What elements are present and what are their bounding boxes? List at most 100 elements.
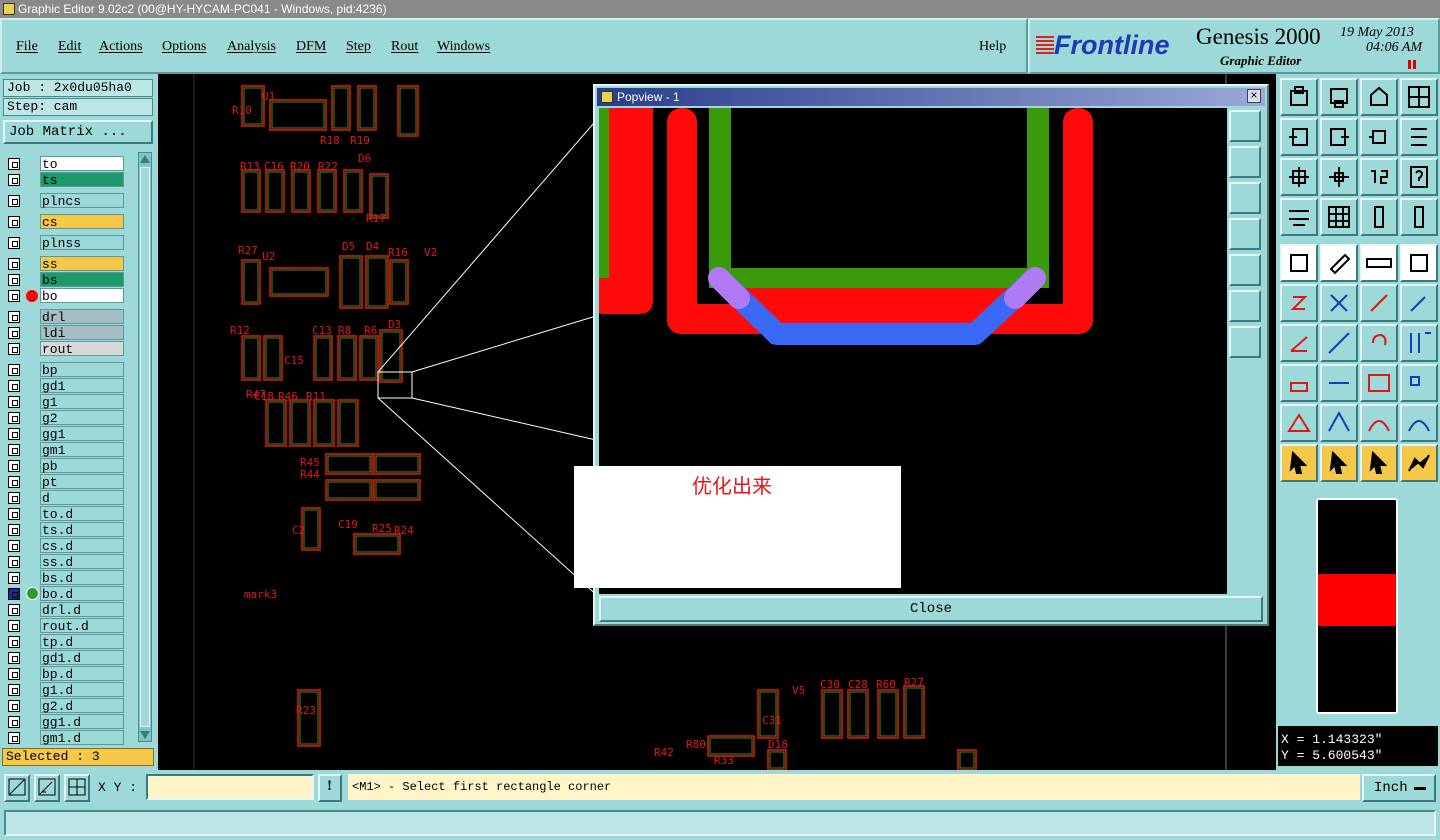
zoom-out-icon[interactable]	[1320, 78, 1358, 116]
layer-row-bp[interactable]: bp	[6, 362, 124, 378]
layer-name[interactable]: gd1	[40, 378, 124, 394]
add-pad-icon[interactable]	[1280, 244, 1318, 282]
layer-row-to[interactable]: to	[6, 156, 124, 172]
layer-name[interactable]: bo	[40, 288, 124, 304]
layer-row-d[interactable]: d	[6, 490, 124, 506]
layer-row-plncs[interactable]: plncs	[6, 193, 124, 209]
layer-name[interactable]: g1	[40, 394, 124, 410]
layer-checkbox[interactable]	[8, 620, 20, 632]
layer-checkbox[interactable]	[8, 732, 20, 744]
measure-icon[interactable]	[34, 774, 60, 802]
layer-checkbox[interactable]	[8, 716, 20, 728]
layer-row-to.d[interactable]: to.d	[6, 506, 124, 522]
layer-traffic-icon[interactable]	[1360, 198, 1398, 236]
triangle-alt-icon[interactable]	[1320, 404, 1358, 442]
layer-name[interactable]: rout.d	[40, 618, 124, 634]
layer-name[interactable]: d	[40, 490, 124, 506]
layer-name[interactable]: cs	[40, 214, 124, 230]
layer-checkbox[interactable]	[8, 572, 20, 584]
xy-input[interactable]	[146, 774, 314, 800]
layer-row-bo.d[interactable]: bo.d	[6, 586, 124, 602]
layer-name[interactable]: gg1	[40, 426, 124, 442]
layer-row-ldi[interactable]: ldi	[6, 325, 124, 341]
menu-help[interactable]: Help	[979, 39, 1006, 55]
layer-checkbox[interactable]	[8, 460, 20, 472]
split-line-icon[interactable]	[1320, 364, 1358, 402]
layer-checkbox[interactable]	[8, 540, 20, 552]
layer-row-g1[interactable]: g1	[6, 394, 124, 410]
window-split-icon[interactable]	[1400, 78, 1438, 116]
point-line-icon[interactable]	[1360, 284, 1398, 322]
popview-pan-right-button[interactable]	[1229, 254, 1261, 286]
layer-name[interactable]: gm1	[40, 442, 124, 458]
layer-name[interactable]: g2	[40, 410, 124, 426]
arch-icon[interactable]	[1360, 404, 1398, 442]
menu-file[interactable]: File	[16, 39, 38, 55]
zoom-box-icon[interactable]	[4, 774, 30, 802]
menu-windows[interactable]: Windows	[437, 39, 490, 55]
layer-list-scrollbar[interactable]	[138, 152, 152, 742]
layer-checkbox[interactable]	[8, 668, 20, 680]
layer-name[interactable]: gm1.d	[40, 730, 124, 746]
job-matrix-button[interactable]: Job Matrix ...	[3, 120, 153, 144]
layer-row-ss[interactable]: ss	[6, 256, 124, 272]
layer-row-ts[interactable]: ts	[6, 172, 124, 188]
layer-checkbox[interactable]	[8, 604, 20, 616]
layer-checkbox[interactable]	[8, 237, 20, 249]
cross-select-icon[interactable]	[1320, 284, 1358, 322]
layer-name[interactable]: gd1.d	[40, 650, 124, 666]
layer-row-drl.d[interactable]: drl.d	[6, 602, 124, 618]
popview-pan-left-button[interactable]	[1229, 218, 1261, 250]
home-icon[interactable]	[1360, 78, 1398, 116]
layer-checkbox[interactable]	[8, 364, 20, 376]
connect-nodes-icon[interactable]	[1280, 284, 1318, 322]
layer-name[interactable]: ss	[40, 256, 124, 272]
layer-name[interactable]: bp.d	[40, 666, 124, 682]
layer-row-g2[interactable]: g2	[6, 410, 124, 426]
layer-row-bp.d[interactable]: bp.d	[6, 666, 124, 682]
popview-zoom-in-button[interactable]	[1229, 110, 1261, 142]
layer-checkbox[interactable]	[8, 636, 20, 648]
grid-icon[interactable]	[1320, 198, 1358, 236]
layer-checkbox[interactable]	[8, 508, 20, 520]
popview-center-button[interactable]	[1229, 326, 1261, 358]
layer-name[interactable]: plnss	[40, 235, 124, 251]
layer-name[interactable]: rout	[40, 341, 124, 357]
layer-name[interactable]: to.d	[40, 506, 124, 522]
layer-checkbox[interactable]	[8, 652, 20, 664]
scroll-thumb[interactable]	[140, 167, 150, 727]
dimension-icon[interactable]	[1360, 364, 1398, 402]
layer-checkbox[interactable]	[8, 258, 20, 270]
rotate-icon[interactable]	[1360, 324, 1398, 362]
menu-dfm[interactable]: DFM	[296, 39, 326, 55]
menu-rout[interactable]: Rout	[391, 39, 418, 55]
layer-name[interactable]: pt	[40, 474, 124, 490]
popview-zoom-out-button[interactable]	[1229, 146, 1261, 178]
layer-traffic-alt-icon[interactable]	[1400, 198, 1438, 236]
layer-name[interactable]: plncs	[40, 193, 124, 209]
menu-actions[interactable]: Actions	[99, 39, 143, 55]
snap-icon[interactable]	[1400, 118, 1438, 156]
layer-name[interactable]: bo.d	[40, 586, 124, 602]
layer-name[interactable]: g1.d	[40, 682, 124, 698]
zoom-in-icon[interactable]	[1280, 78, 1318, 116]
layer-row-g2.d[interactable]: g2.d	[6, 698, 124, 714]
layer-checkbox[interactable]	[8, 290, 20, 302]
layer-name[interactable]: drl	[40, 309, 124, 325]
layer-name[interactable]: tp.d	[40, 634, 124, 650]
layer-row-pt[interactable]: pt	[6, 474, 124, 490]
scroll-up-icon[interactable]	[140, 153, 150, 163]
align-tracks-icon[interactable]	[1400, 324, 1438, 362]
circle-select-icon[interactable]	[1400, 244, 1438, 282]
layer-row-ss.d[interactable]: ss.d	[6, 554, 124, 570]
grid-snap-icon[interactable]	[64, 774, 90, 802]
scroll-down-icon[interactable]	[140, 731, 150, 741]
menu-edit[interactable]: Edit	[58, 39, 81, 55]
layer-name[interactable]: to	[40, 156, 124, 172]
layer-checkbox[interactable]	[8, 556, 20, 568]
layer-name[interactable]: ts.d	[40, 522, 124, 538]
layer-name[interactable]: ts	[40, 172, 124, 188]
pan-left-icon[interactable]	[1280, 118, 1318, 156]
layer-checkbox[interactable]	[8, 380, 20, 392]
layer-name[interactable]: bs	[40, 272, 124, 288]
